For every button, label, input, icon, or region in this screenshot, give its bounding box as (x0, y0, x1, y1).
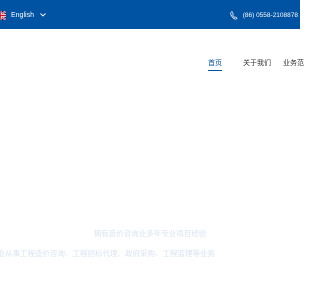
phone-number: (86) 0558-2108878 (242, 11, 298, 19)
hero-subheadline: 专业从事工程造价咨询、工程招标代理、政府采购、工程监理等业务 (0, 249, 215, 258)
main-nav: 首页 关于我们 业务范 (0, 58, 304, 71)
language-selector[interactable]: English (0, 9, 46, 21)
phone-icon (230, 10, 238, 20)
nav-item-home[interactable]: 首页 (208, 58, 222, 71)
nav-item-about[interactable]: 关于我们 (243, 58, 271, 68)
active-underline (208, 70, 222, 71)
top-bar: English (86) 0558-2108878 (0, 0, 300, 29)
chevron-down-icon (40, 13, 46, 17)
uk-flag-icon (0, 10, 6, 20)
hero-headline: 拥有造价咨询业多年专业项目经验 (93, 229, 207, 238)
hero-banner: 拥有造价咨询业多年专业项目经验 专业从事工程造价咨询、工程招标代理、政府采购、工… (0, 228, 300, 268)
nav-item-label: 首页 (208, 59, 222, 67)
contact-phone: (86) 0558-2108878 (230, 9, 298, 21)
language-label: English (11, 11, 34, 19)
nav-item-label: 关于我们 (243, 59, 271, 67)
nav-item-business[interactable]: 业务范 (283, 58, 304, 68)
nav-item-label: 业务范 (283, 59, 304, 67)
